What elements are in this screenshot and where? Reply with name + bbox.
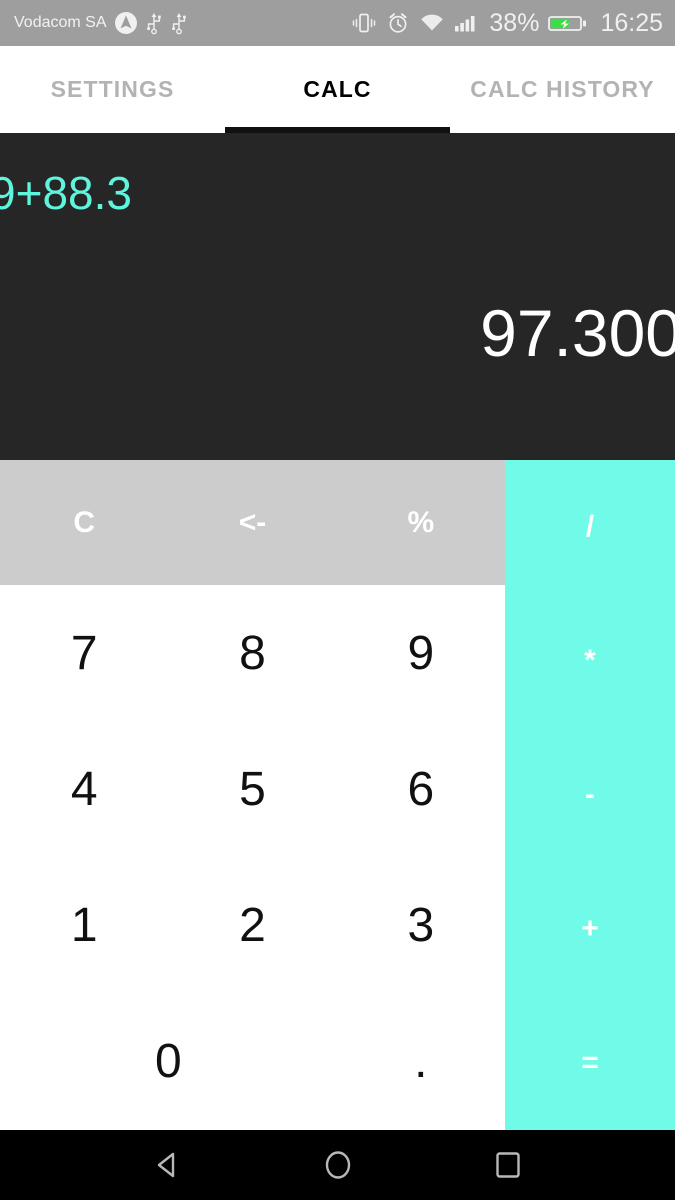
equals-button[interactable]: = xyxy=(505,996,675,1130)
digit-5-button[interactable]: 5 xyxy=(168,721,336,857)
keypad-left: C <- % 7 8 9 4 5 6 1 2 3 0 . xyxy=(0,460,505,1130)
digit-2-button[interactable]: 2 xyxy=(168,858,336,994)
tab-calc-history[interactable]: CALC HISTORY xyxy=(450,46,675,133)
number-row: 0 . xyxy=(0,994,505,1130)
number-row: 7 8 9 xyxy=(0,585,505,721)
digit-9-button[interactable]: 9 xyxy=(337,585,505,721)
expression-text: 9+88.3 xyxy=(0,167,132,219)
backspace-button[interactable]: <- xyxy=(168,460,336,585)
clear-button[interactable]: C xyxy=(0,460,168,585)
decimal-point-button[interactable]: . xyxy=(337,994,505,1130)
usb-icon xyxy=(170,11,188,35)
digit-7-button[interactable]: 7 xyxy=(0,585,168,721)
calculator-display[interactable]: 9+88.3 97.300 xyxy=(0,133,675,460)
digit-1-button[interactable]: 1 xyxy=(0,858,168,994)
multiply-button[interactable]: * xyxy=(505,594,675,728)
clock-label: 16:25 xyxy=(600,8,663,37)
phone-screen: Vodacom SA 38% 16:25 SETTINGS CALC CALC … xyxy=(0,0,675,1200)
status-bar: Vodacom SA 38% 16:25 xyxy=(0,0,675,46)
subtract-button[interactable]: - xyxy=(505,728,675,862)
number-rows: 7 8 9 4 5 6 1 2 3 0 . xyxy=(0,585,505,1130)
keypad: C <- % 7 8 9 4 5 6 1 2 3 0 . / * - + = xyxy=(0,460,675,1130)
usb-icon xyxy=(145,11,163,35)
status-bar-right: 38% 16:25 xyxy=(351,9,663,38)
cellular-signal-icon xyxy=(454,11,480,35)
number-row: 1 2 3 xyxy=(0,858,505,994)
android-nav-bar xyxy=(0,1130,675,1200)
function-row: C <- % xyxy=(0,460,505,585)
tab-settings[interactable]: SETTINGS xyxy=(0,46,225,133)
digit-8-button[interactable]: 8 xyxy=(168,585,336,721)
signal-dot-icon xyxy=(114,11,138,35)
add-button[interactable]: + xyxy=(505,862,675,996)
result-text: 97.300 xyxy=(480,295,675,370)
recents-icon[interactable] xyxy=(482,1139,534,1191)
status-bar-left: Vodacom SA xyxy=(14,11,188,35)
home-icon[interactable] xyxy=(312,1139,364,1191)
tab-calc[interactable]: CALC xyxy=(225,46,450,133)
back-icon[interactable] xyxy=(142,1139,194,1191)
number-row: 4 5 6 xyxy=(0,721,505,857)
digit-4-button[interactable]: 4 xyxy=(0,721,168,857)
percent-button[interactable]: % xyxy=(337,460,505,585)
carrier-label: Vodacom SA xyxy=(14,14,107,31)
vibrate-icon xyxy=(351,11,377,35)
alarm-icon xyxy=(386,11,410,35)
digit-6-button[interactable]: 6 xyxy=(337,721,505,857)
tab-bar: SETTINGS CALC CALC HISTORY xyxy=(0,46,675,133)
battery-percent-label: 38% xyxy=(489,8,540,37)
battery-charging-icon xyxy=(548,11,588,35)
digit-0-button[interactable]: 0 xyxy=(0,994,337,1130)
digit-3-button[interactable]: 3 xyxy=(337,858,505,994)
operator-column: / * - + = xyxy=(505,460,675,1130)
wifi-icon xyxy=(419,11,445,35)
divide-button[interactable]: / xyxy=(505,460,675,594)
